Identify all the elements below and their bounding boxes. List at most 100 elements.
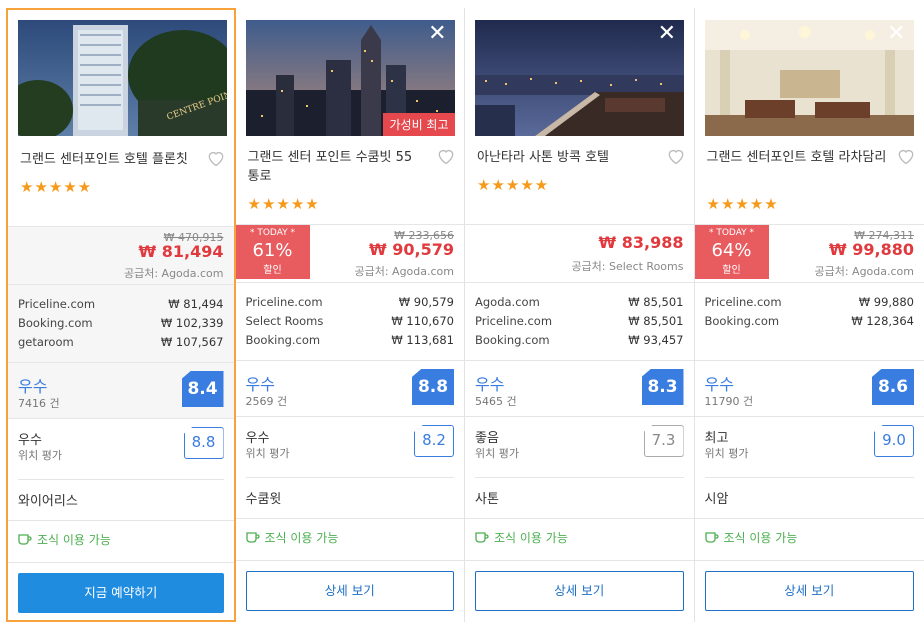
price-section[interactable]: * TODAY * 61% 할인 ₩ 233,656 ₩ 90,579 공급처:… — [235, 224, 464, 282]
breakfast-section: 조식 이용 가능 — [8, 520, 234, 562]
heart-icon[interactable] — [896, 146, 916, 166]
area-section: 시암 — [695, 478, 924, 518]
review-count: 2569 건 — [245, 395, 288, 408]
area-name: 와이어리스 — [18, 494, 78, 509]
list-item[interactable]: Priceline.com ₩ 99,880 — [705, 295, 915, 309]
review-count: 5465 건 — [475, 395, 517, 408]
breakfast-label: 조식 이용 가능 — [494, 531, 568, 545]
list-item[interactable]: Priceline.com ₩ 90,579 — [246, 295, 455, 309]
review-rating[interactable]: 우수 2569 건 8.8 — [235, 360, 464, 416]
location-sub: 위치 평가 — [18, 449, 62, 462]
rating-score: 8.8 — [412, 369, 454, 405]
site-price: ₩ 110,670 — [391, 314, 454, 328]
location-score: 9.0 — [874, 425, 914, 457]
book-now-button[interactable]: 지금 예약하기 — [18, 573, 224, 613]
location-rating: 우수 위치 평가 8.2 — [235, 416, 464, 478]
list-item[interactable]: Booking.com ₩ 128,364 — [705, 314, 915, 328]
hotel-name[interactable]: 아난타라 사톤 방콕 호텔 — [477, 148, 657, 167]
list-item[interactable]: Priceline.com ₩ 85,501 — [475, 314, 684, 328]
action-section: 상세 보기 — [694, 560, 924, 620]
hotel-card-1: CENTRE POINT 그랜드 센터포인트 호텔 플론칫 ★★★★★ ₩ 47… — [6, 8, 236, 622]
review-rating[interactable]: 우수 11790 건 8.6 — [694, 360, 924, 416]
breakfast-section: 조식 이용 가능 — [235, 518, 464, 560]
hotel-name[interactable]: 그랜드 센터 포인트 수쿰빗 55 통로 — [248, 148, 428, 186]
list-item[interactable]: Booking.com ₩ 93,457 — [475, 333, 684, 347]
site-name: Select Rooms — [245, 314, 324, 328]
heart-icon[interactable] — [666, 146, 686, 166]
view-details-button[interactable]: 상세 보기 — [475, 571, 684, 611]
site-name: getaroom — [18, 335, 74, 349]
view-details-button[interactable]: 상세 보기 — [704, 571, 914, 611]
location-label: 좋음 — [475, 431, 499, 446]
location-sub: 위치 평가 — [475, 447, 519, 460]
coffee-cup-icon — [704, 531, 719, 544]
list-item[interactable]: Priceline.com ₩ 81,494 — [18, 297, 224, 311]
other-prices: Priceline.com ₩ 90,579 Select Rooms ₩ 110,… — [235, 282, 464, 360]
heart-icon[interactable] — [206, 148, 226, 168]
close-icon[interactable]: ✕ — [887, 22, 905, 46]
star-rating: ★★★★★ — [247, 195, 320, 213]
location-rating: 좋음 위치 평가 7.3 — [465, 416, 694, 478]
location-score: 7.3 — [643, 425, 684, 457]
list-item[interactable]: Select Rooms ₩ 110,670 — [246, 314, 455, 328]
hotel-card-4: ✕ 그랜드 센터포인트 호텔 라차담리 ★★★★★ * TODAY * 64% … — [694, 8, 924, 622]
site-price: ₩ 107,567 — [160, 335, 224, 349]
rating-label: 우수 — [245, 375, 275, 394]
hotel-card-3: ✕ 아난타라 사톤 방콕 호텔 ★★★★★ ₩ 83,988 공급처: Sele… — [465, 8, 695, 622]
other-prices: Priceline.com ₩ 81,494 Booking.com ₩ 102,3… — [8, 284, 234, 362]
location-score: 8.8 — [183, 427, 224, 459]
list-item[interactable]: Agoda.com ₩ 85,501 — [475, 295, 684, 309]
site-price: ₩ 102,339 — [160, 316, 224, 330]
site-name: Priceline.com — [475, 314, 553, 328]
discount-label: 할인 — [722, 265, 741, 276]
view-details-button[interactable]: 상세 보기 — [245, 571, 454, 611]
price-section[interactable]: ₩ 83,988 공급처: Select Rooms — [465, 224, 694, 282]
hotel-photo[interactable]: CENTRE POINT — [18, 20, 227, 136]
current-price: ₩ 90,579 — [369, 240, 454, 259]
close-icon[interactable]: ✕ — [658, 22, 676, 46]
hotel-name[interactable]: 그랜드 센터포인트 호텔 라차담리 — [707, 148, 887, 167]
rating-label: 우수 — [18, 377, 48, 396]
review-rating[interactable]: 우수 5465 건 8.3 — [465, 360, 694, 416]
current-price: ₩ 99,880 — [829, 240, 914, 259]
hotel-photo[interactable]: ✕ — [475, 20, 684, 136]
hotel-comparison: CENTRE POINT 그랜드 센터포인트 호텔 플론칫 ★★★★★ ₩ 47… — [6, 8, 924, 622]
list-item[interactable]: getaroom ₩ 107,567 — [18, 335, 224, 349]
breakfast-section: 조식 이용 가능 — [465, 518, 694, 560]
hotel-photo[interactable]: ✕ — [704, 20, 914, 136]
discount-percent: 64% — [711, 240, 752, 261]
discount-percent: 61% — [252, 240, 293, 261]
location-score: 8.2 — [414, 425, 454, 457]
action-section: 지금 예약하기 — [8, 562, 234, 622]
hotel-photo[interactable]: ✕ 가성비 최고 — [245, 20, 455, 136]
area-section: 와이어리스 — [8, 480, 234, 520]
site-name: Booking.com — [245, 333, 321, 347]
best-value-badge: 가성비 최고 — [383, 113, 455, 136]
area-section: 수쿰윗 — [236, 478, 465, 518]
coffee-cup-icon — [475, 531, 489, 544]
heart-icon[interactable] — [436, 146, 456, 166]
price-section[interactable]: * TODAY * 64% 할인 ₩ 274,311 ₩ 99,880 공급처:… — [694, 224, 924, 282]
location-label: 우수 — [245, 431, 270, 446]
list-item[interactable]: Booking.com ₩ 113,681 — [246, 333, 455, 347]
site-price: ₩ 113,681 — [391, 333, 454, 347]
breakfast-section: 조식 이용 가능 — [694, 518, 924, 560]
area-name: 사톤 — [475, 492, 499, 507]
discount-label: 할인 — [263, 265, 282, 276]
hotel-name[interactable]: 그랜드 센터포인트 호텔 플론칫 — [20, 150, 200, 169]
location-rating: 최고 위치 평가 9.0 — [694, 416, 924, 478]
close-icon[interactable]: ✕ — [428, 22, 446, 46]
list-item[interactable]: Booking.com ₩ 102,339 — [18, 316, 224, 330]
site-name: Priceline.com — [18, 297, 96, 311]
other-prices: Agoda.com ₩ 85,501 Priceline.com ₩ 85,501 … — [465, 282, 694, 360]
site-name: Priceline.com — [245, 295, 323, 309]
price-section[interactable]: ₩ 470,915 ₩ 81,494 공급처: Agoda.com — [8, 226, 234, 284]
review-rating[interactable]: 우수 7416 건 8.4 — [8, 362, 234, 418]
coffee-cup-icon — [245, 531, 260, 544]
coffee-cup-icon — [18, 533, 32, 546]
rating-score: 8.6 — [872, 369, 914, 405]
area-section: 사톤 — [465, 478, 694, 518]
supplier: 공급처: Agoda.com — [123, 267, 224, 280]
site-name: Booking.com — [475, 333, 550, 347]
site-price: ₩ 85,501 — [628, 295, 684, 309]
